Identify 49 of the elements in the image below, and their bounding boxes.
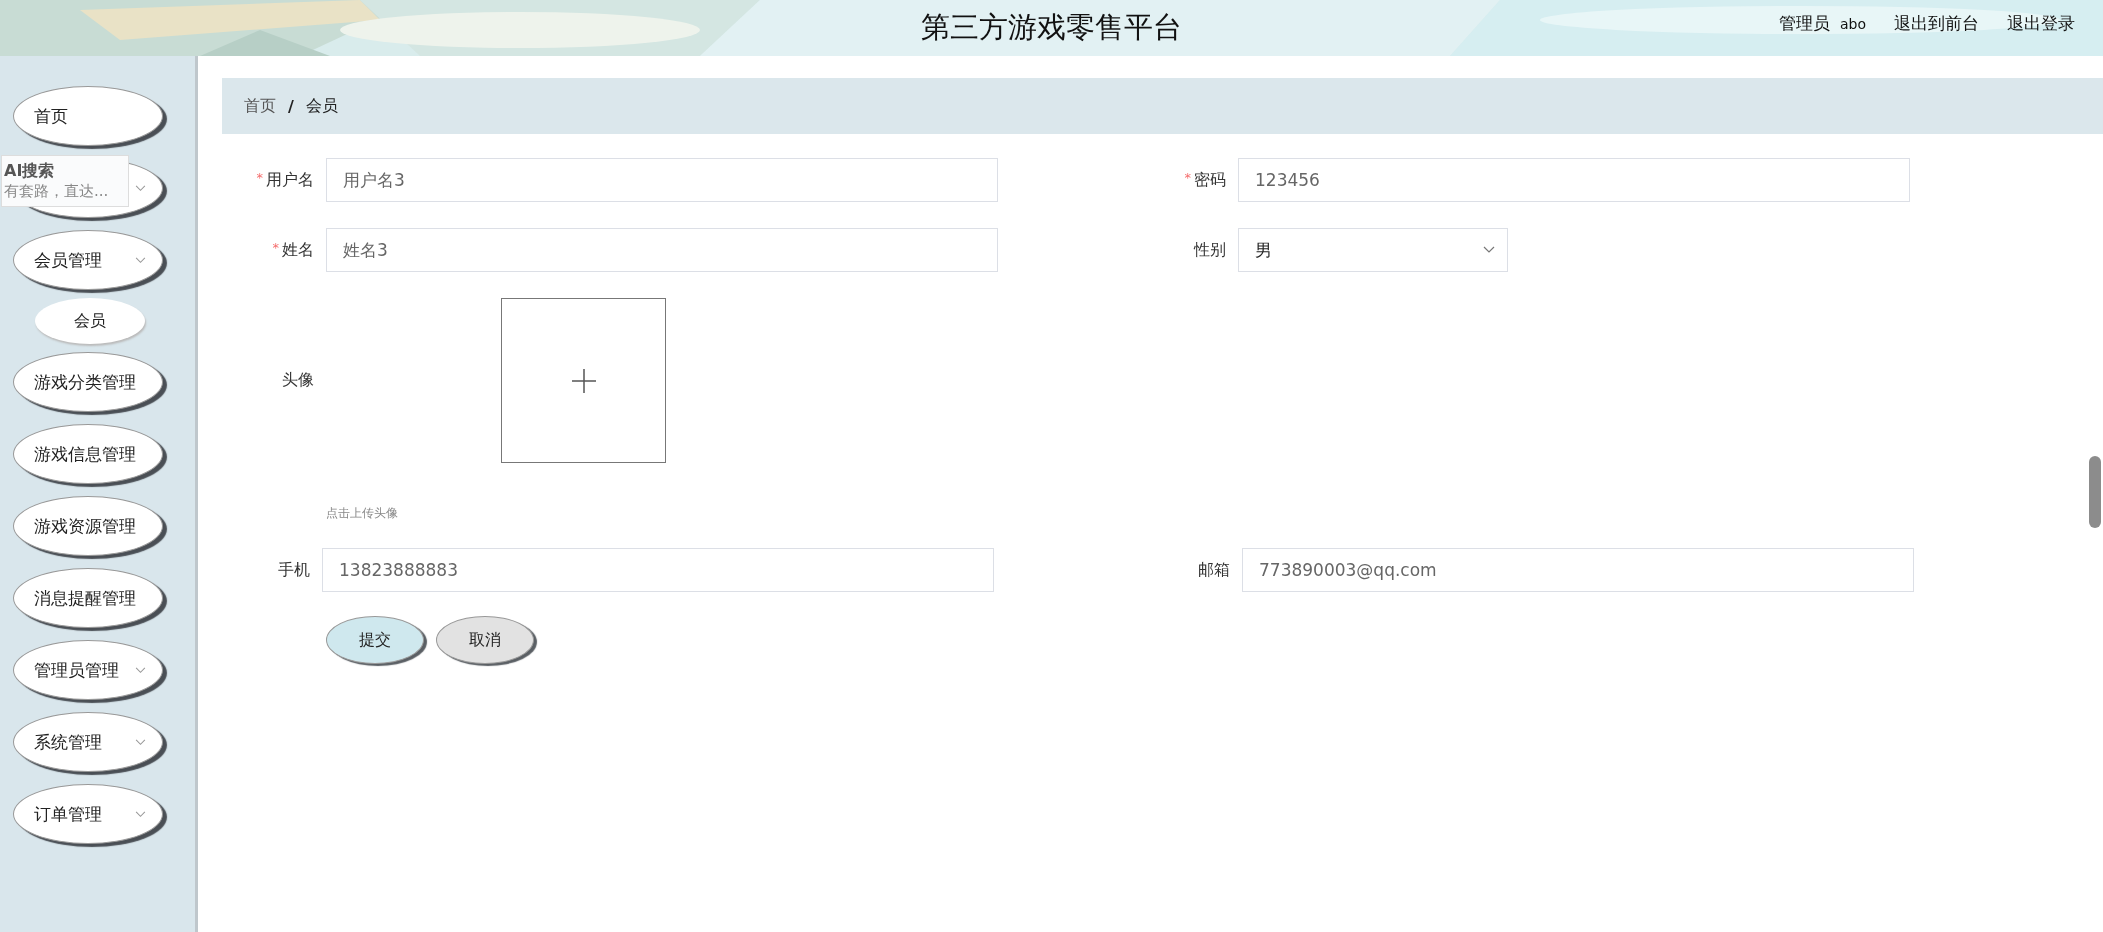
search-popup[interactable]: AI搜索 有套路，直达... (1, 155, 129, 207)
input-field[interactable]: 用户名3 (326, 158, 998, 202)
chevron-icon (135, 811, 146, 818)
submenu-item[interactable]: 会员 (35, 298, 145, 344)
menu-item[interactable]: 首页 (13, 86, 163, 146)
popup-text: 有套路，直达... (4, 182, 110, 201)
plus-icon (570, 367, 597, 394)
required-mark: * (1184, 169, 1191, 187)
field-label: 手机 (278, 559, 310, 581)
field-label: 头像 (282, 370, 314, 391)
input-field[interactable]: 773890003@qq.com (1242, 548, 1914, 592)
select-field[interactable]: 男 (1238, 228, 1508, 272)
cancel-button[interactable]: 取消 (436, 616, 534, 664)
input-field[interactable]: 123456 (1238, 158, 1910, 202)
required-mark: * (272, 239, 279, 257)
breadcrumb-item[interactable]: 会员 (305, 95, 338, 117)
field-label: 性别 (1194, 239, 1226, 261)
field-label: 用户名 (266, 169, 314, 191)
breadcrumb-item[interactable]: 首页 (244, 95, 276, 117)
menu-item[interactable]: 会员管理 (13, 230, 163, 290)
required-mark: * (256, 169, 263, 187)
header-link[interactable]: 退出到前台 (1894, 12, 1979, 35)
menu-item[interactable]: 游戏资源管理 (13, 496, 163, 556)
breadcrumb-separator: / (288, 96, 294, 116)
chevron-icon (135, 185, 146, 192)
menu-item[interactable]: 系统管理 (13, 712, 163, 772)
field-label: 姓名 (282, 239, 314, 261)
chevron-icon (135, 739, 146, 746)
app-title: 第三方游戏零售平台 (921, 9, 1182, 46)
header-link[interactable]: 退出登录 (2007, 12, 2075, 35)
chevron-icon (1483, 246, 1495, 254)
input-field[interactable]: 姓名3 (326, 228, 998, 272)
scrollbar-thumb[interactable] (2089, 456, 2101, 528)
field-label: 邮箱 (1198, 559, 1230, 581)
chevron-icon (135, 257, 146, 264)
user-role: 管理员 (1778, 12, 1830, 35)
upload-box[interactable] (501, 298, 666, 463)
field-label: 密码 (1194, 169, 1226, 191)
menu-item[interactable]: 消息提醒管理 (13, 568, 163, 628)
submit-button[interactable]: 提交 (326, 616, 424, 664)
menu-item[interactable]: 管理员管理 (13, 640, 163, 700)
input-field[interactable]: 13823888883 (322, 548, 994, 592)
menu-item[interactable]: 游戏信息管理 (13, 424, 163, 484)
popup-title: AI搜索 (4, 161, 56, 182)
chevron-icon (135, 667, 146, 674)
upload-hint: 点击上传头像 (326, 505, 398, 522)
menu-item[interactable]: 游戏分类管理 (13, 352, 163, 412)
menu-item[interactable]: 订单管理 (13, 784, 163, 844)
user-name: abo (1839, 15, 1866, 32)
